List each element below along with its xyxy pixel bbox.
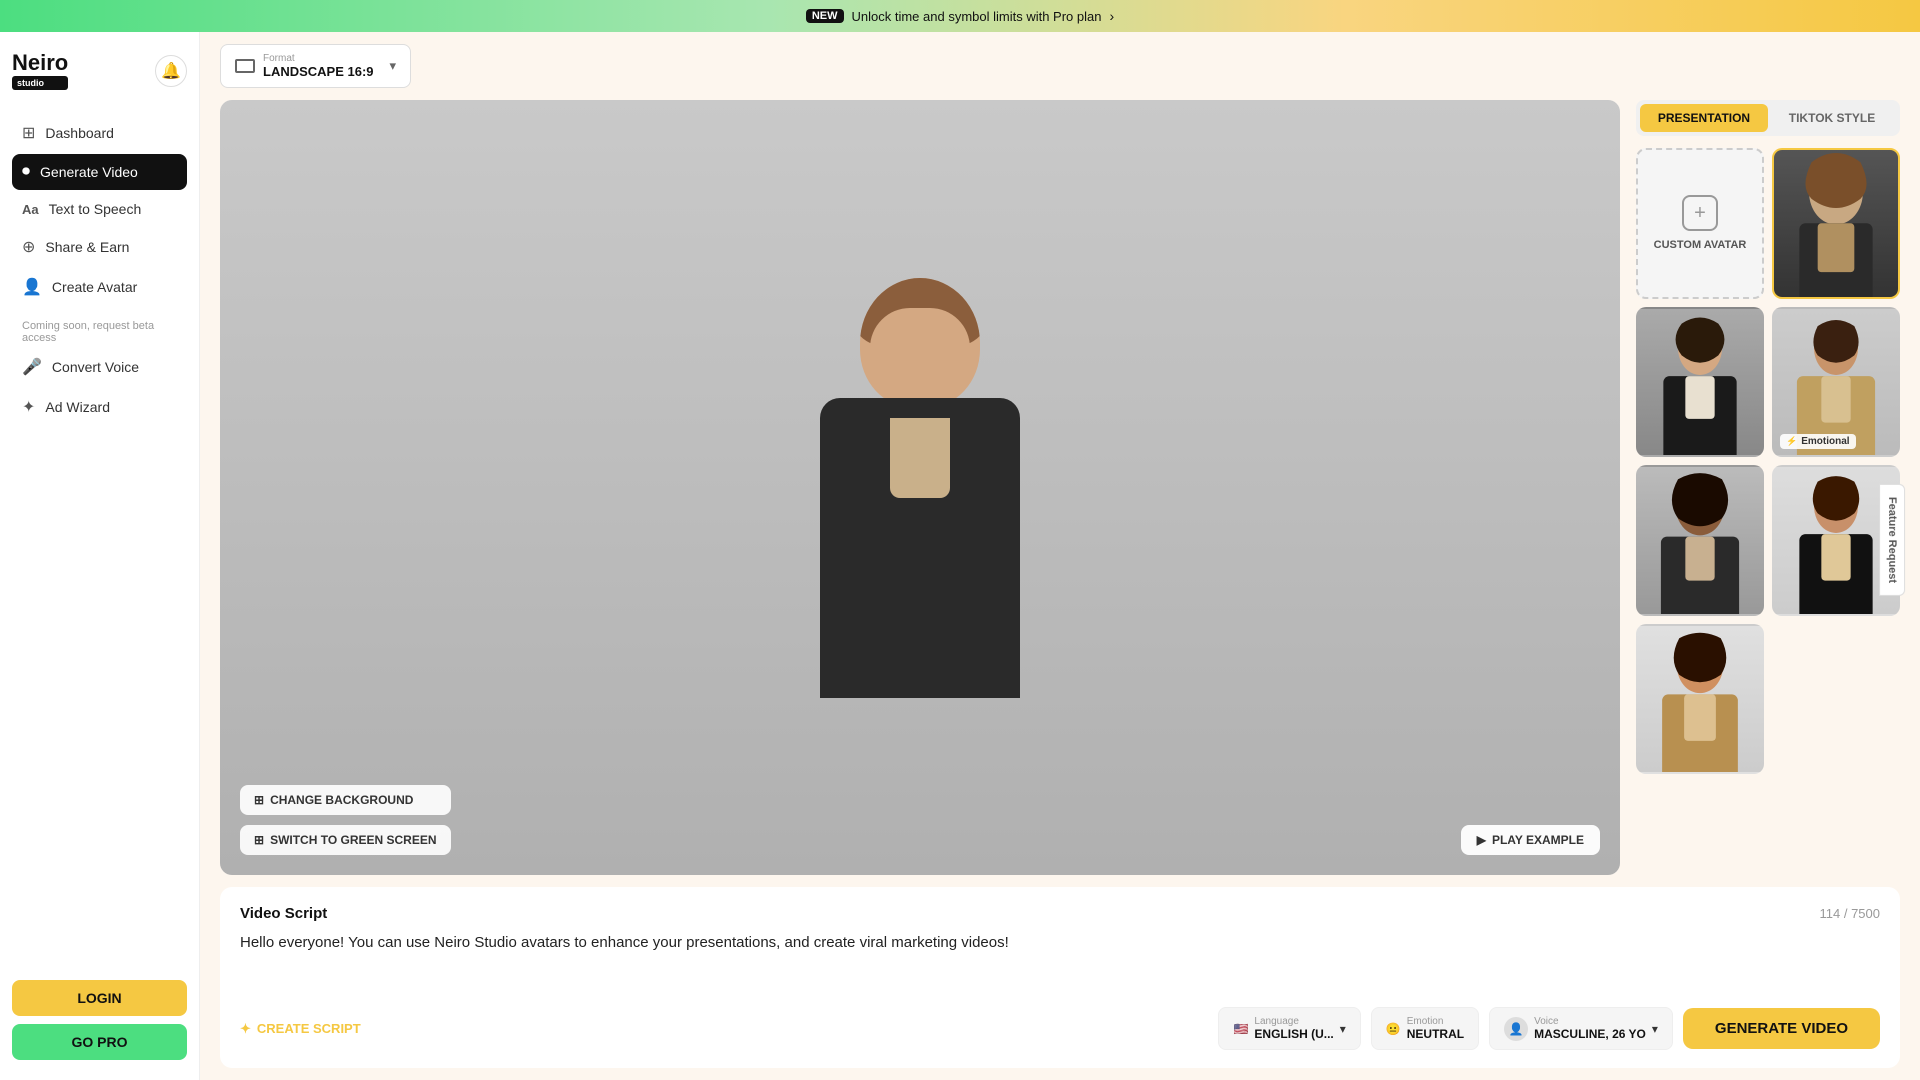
generate-video-icon: ⏺: [22, 163, 30, 181]
coming-soon-label: Coming soon, request beta access: [12, 312, 187, 348]
banner-text: Unlock time and symbol limits with Pro p…: [852, 9, 1102, 24]
video-overlay-buttons: ⊞ CHANGE BACKGROUND ⊞ SWITCH TO GREEN SC…: [240, 785, 451, 855]
script-title: Video Script: [240, 905, 327, 922]
format-icon: [235, 59, 255, 73]
ad-wizard-icon: ✦: [22, 397, 35, 417]
green-screen-icon: ⊞: [254, 833, 264, 847]
avatar-card-4[interactable]: [1636, 465, 1764, 616]
main-content: Format LANDSCAPE 16:9 ▾: [200, 32, 1920, 1080]
convert-voice-icon: 🎤: [22, 357, 42, 377]
sidebar-label-text-to-speech: Text to Speech: [49, 201, 142, 217]
avatar-svg-6: [1638, 626, 1762, 773]
notification-bell[interactable]: 🔔: [155, 55, 187, 87]
custom-avatar-label: CUSTOM AVATAR: [1654, 239, 1747, 251]
script-header: Video Script 114 / 7500: [240, 905, 1880, 922]
sidebar-label-dashboard: Dashboard: [45, 125, 114, 141]
create-script-icon: ✦: [240, 1021, 251, 1037]
tab-tiktok-style[interactable]: TIKTOK STYLE: [1768, 104, 1896, 132]
emotion-dropdown[interactable]: 😐 Emotion NEUTRAL: [1371, 1007, 1479, 1050]
share-earn-icon: ⊕: [22, 237, 35, 257]
voice-dropdown[interactable]: 👤 Voice MASCULINE, 26 YO ▾: [1489, 1007, 1673, 1050]
create-script-button[interactable]: ✦ CREATE SCRIPT: [240, 1021, 361, 1037]
emotional-badge: Emotional: [1780, 434, 1856, 449]
avatar-svg-1: [1774, 150, 1898, 297]
sidebar-item-dashboard[interactable]: ⊞ Dashboard: [12, 114, 187, 152]
switch-green-screen-button[interactable]: ⊞ SWITCH TO GREEN SCREEN: [240, 825, 451, 855]
change-bg-icon: ⊞: [254, 793, 264, 807]
sidebar-label-create-avatar: Create Avatar: [52, 279, 137, 295]
add-icon: +: [1682, 195, 1718, 231]
text-to-speech-icon: Aa: [22, 202, 39, 217]
sidebar-item-text-to-speech[interactable]: Aa Text to Speech: [12, 192, 187, 226]
sidebar-footer: LOGIN GO PRO: [12, 980, 187, 1060]
format-label-top: Format: [263, 53, 374, 64]
video-frame: [220, 100, 1620, 875]
flag-icon: 🇺🇸: [1233, 1022, 1248, 1036]
sidebar-item-share-earn[interactable]: ⊕ Share & Earn: [12, 228, 187, 266]
generate-video-button[interactable]: GENERATE VIDEO: [1683, 1008, 1880, 1049]
avatar-card-6[interactable]: [1636, 624, 1764, 775]
avatar-grid-section: PRESENTATION TIKTOK STYLE + CUSTOM AVATA…: [1620, 100, 1900, 875]
avatar-card-custom[interactable]: + CUSTOM AVATAR: [1636, 148, 1764, 299]
avatar-body: [820, 398, 1020, 698]
play-example-button[interactable]: ▶ PLAY EXAMPLE: [1461, 825, 1600, 855]
banner-arrow: ›: [1109, 8, 1114, 24]
avatar-svg-2: [1638, 309, 1762, 456]
script-textarea[interactable]: [240, 932, 1880, 992]
sidebar-item-convert-voice[interactable]: 🎤 Convert Voice: [12, 348, 187, 386]
voice-avatar-icon: 👤: [1504, 1017, 1528, 1041]
feature-request-tab[interactable]: Feature Request: [1879, 484, 1905, 596]
tab-presentation[interactable]: PRESENTATION: [1640, 104, 1768, 132]
toolbar: Format LANDSCAPE 16:9 ▾: [200, 32, 1920, 100]
format-dropdown-arrow: ▾: [390, 58, 397, 74]
new-badge: NEW: [806, 9, 844, 23]
avatar-svg-3: [1774, 309, 1898, 456]
play-icon: ▶: [1477, 833, 1486, 847]
login-button[interactable]: LOGIN: [12, 980, 187, 1016]
language-dropdown[interactable]: 🇺🇸 Language ENGLISH (U... ▾: [1218, 1007, 1360, 1050]
avatar-preview: [790, 278, 1050, 698]
avatar-shirt: [890, 418, 950, 498]
language-dropdown-arrow: ▾: [1340, 1022, 1346, 1036]
logo: Neiro studio: [12, 52, 68, 90]
avatar-card-3[interactable]: Emotional: [1772, 307, 1900, 458]
script-actions: ✦ CREATE SCRIPT 🇺🇸 Language ENGLISH (U..…: [240, 1007, 1880, 1050]
sidebar-item-ad-wizard[interactable]: ✦ Ad Wizard: [12, 388, 187, 426]
emotion-icon: 😐: [1386, 1022, 1401, 1036]
script-section: Video Script 114 / 7500 ✦ CREATE SCRIPT …: [220, 887, 1900, 1068]
video-preview: ⊞ CHANGE BACKGROUND ⊞ SWITCH TO GREEN SC…: [220, 100, 1620, 875]
sidebar-item-create-avatar[interactable]: 👤 Create Avatar: [12, 268, 187, 306]
top-banner[interactable]: NEW Unlock time and symbol limits with P…: [0, 0, 1920, 32]
voice-dropdown-arrow: ▾: [1652, 1022, 1658, 1036]
gopro-button[interactable]: GO PRO: [12, 1024, 187, 1060]
avatar-tabs: PRESENTATION TIKTOK STYLE: [1636, 100, 1900, 136]
sidebar-item-generate-video[interactable]: ⏺ Generate Video: [12, 154, 187, 190]
script-options: 🇺🇸 Language ENGLISH (U... ▾ 😐 Emotion NE…: [1218, 1007, 1880, 1050]
sidebar-label-share-earn: Share & Earn: [45, 239, 129, 255]
avatar-svg-4: [1638, 467, 1762, 614]
create-avatar-icon: 👤: [22, 277, 42, 297]
dashboard-icon: ⊞: [22, 123, 35, 143]
avatar-grid: + CUSTOM AVATAR: [1636, 148, 1900, 774]
sidebar: Neiro studio 🔔 ⊞ Dashboard ⏺ Generate Vi…: [0, 32, 200, 1080]
video-section: ⊞ CHANGE BACKGROUND ⊞ SWITCH TO GREEN SC…: [200, 100, 1920, 875]
sidebar-nav: ⊞ Dashboard ⏺ Generate Video Aa Text to …: [12, 114, 187, 308]
avatar-card-1[interactable]: [1772, 148, 1900, 299]
script-counter: 114 / 7500: [1820, 906, 1880, 921]
sidebar-label-ad-wizard: Ad Wizard: [45, 399, 110, 415]
avatar-card-2[interactable]: [1636, 307, 1764, 458]
sidebar-label-convert-voice: Convert Voice: [52, 359, 139, 375]
sidebar-label-generate-video: Generate Video: [40, 164, 138, 180]
avatar-face: [870, 308, 970, 408]
change-background-button[interactable]: ⊞ CHANGE BACKGROUND: [240, 785, 451, 815]
avatar-head: [860, 278, 980, 408]
format-value: LANDSCAPE 16:9: [263, 64, 374, 79]
format-dropdown[interactable]: Format LANDSCAPE 16:9 ▾: [220, 44, 411, 88]
